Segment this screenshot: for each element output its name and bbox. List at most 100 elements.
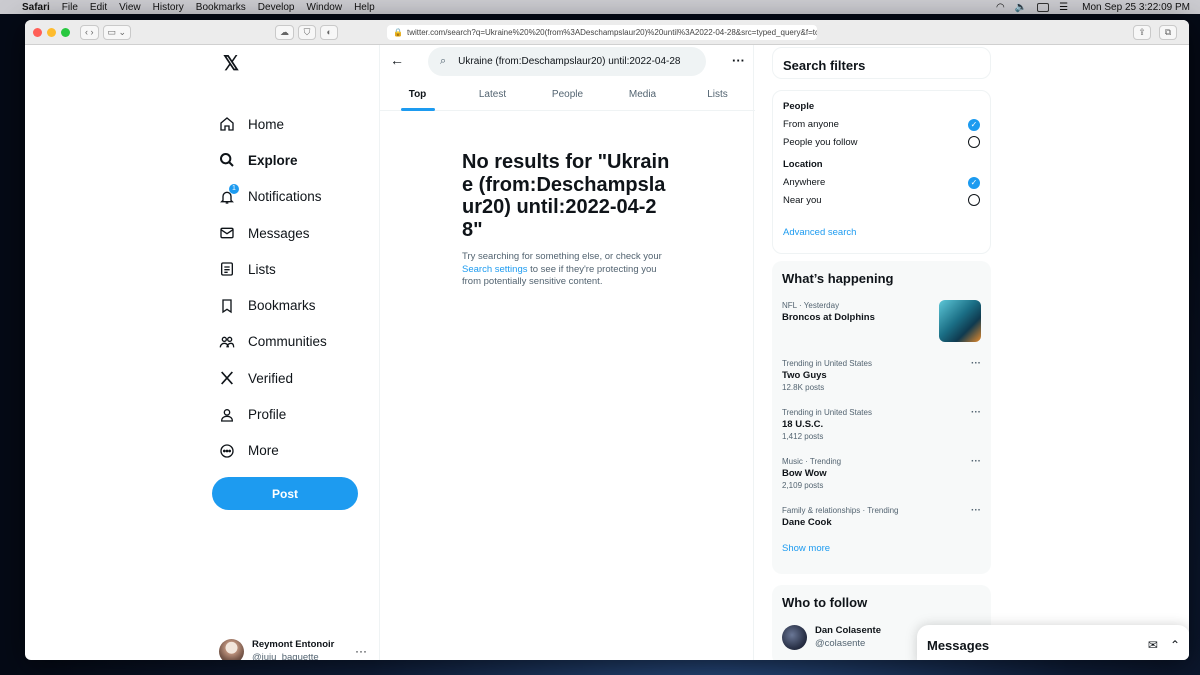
nav-label: Home (248, 116, 285, 132)
shield-icon[interactable]: ⛉ (298, 24, 317, 40)
trend-item[interactable]: Family & relationships · Trending Dane C… (782, 505, 981, 529)
filter-option-anywhere[interactable]: Anywhere ✓ (783, 174, 980, 192)
radio-icon[interactable] (968, 194, 980, 207)
filter-option-people-you-follow[interactable]: People you follow (783, 134, 980, 152)
nav-explore[interactable]: Explore (219, 142, 327, 178)
more-dots-icon[interactable]: ··· (732, 53, 745, 68)
more-dots-icon[interactable]: ··· (355, 644, 367, 658)
back-forward-button[interactable]: ‹ › (80, 24, 99, 40)
expand-chevron-icon[interactable]: ⌃ (1170, 638, 1180, 652)
follow-name: Dan Colasente (815, 625, 881, 636)
search-tabs: Top Latest People Media Lists (380, 83, 755, 111)
more-dots-icon[interactable]: ··· (971, 505, 981, 516)
nav-bookmarks[interactable]: Bookmarks (219, 287, 327, 323)
messages-drawer-title: Messages (927, 637, 990, 653)
account-switcher[interactable]: Reymont Entonoir @juju_baguette ··· (219, 638, 367, 660)
x-logo-icon (219, 370, 235, 386)
safari-window: ‹ › ▭ ⌄ ☁ ⛉ ◐ 🔒 twitter.com/search?q=Ukr… (25, 20, 1189, 660)
advanced-search-link[interactable]: Advanced search (783, 227, 980, 238)
trend-meta: Music · Trending (782, 457, 842, 466)
search-input[interactable]: ⌕ Ukraine (from:Deschampslaur20) until:2… (428, 47, 706, 76)
sidebar-toggle-icon[interactable]: ▭ ⌄ (102, 24, 132, 40)
nav-label: Explore (248, 152, 298, 168)
trend-count: 1,412 posts (782, 432, 824, 441)
nav-verified[interactable]: Verified (219, 360, 327, 396)
tab-latest[interactable]: Latest (455, 83, 530, 110)
tab-people[interactable]: People (530, 83, 605, 110)
trend-item[interactable]: Trending in United States Two Guys 12.8K… (782, 358, 981, 393)
minimize-window-button[interactable] (47, 27, 56, 37)
more-dots-icon[interactable]: ··· (971, 407, 981, 418)
bell-icon: 1 (219, 183, 239, 205)
mail-icon (219, 225, 235, 241)
nav-profile[interactable]: Profile (219, 396, 327, 432)
filter-option-near-you[interactable]: Near you (783, 192, 980, 210)
radio-checked-icon[interactable]: ✓ (968, 176, 980, 189)
person-icon (219, 407, 235, 423)
new-message-icon[interactable]: ✉ (1148, 638, 1158, 652)
menu-window[interactable]: Window (307, 2, 343, 13)
nav-lists[interactable]: Lists (219, 251, 327, 287)
avatar (219, 638, 244, 660)
tab-overview-icon[interactable]: ⧉ (1159, 25, 1177, 40)
primary-nav: Home Explore 1 Notifications Messages Li… (219, 106, 327, 469)
volume-icon[interactable]: 🔈 (1015, 2, 1027, 13)
wifi-icon[interactable]: ◠ (996, 2, 1005, 13)
back-arrow-icon[interactable]: ← (390, 52, 404, 68)
trend-name: Two Guys (782, 370, 827, 381)
show-more-link[interactable]: Show more (782, 543, 981, 554)
tab-lists[interactable]: Lists (680, 83, 755, 110)
radio-checked-icon[interactable]: ✓ (968, 118, 980, 131)
browser-toolbar: ‹ › ▭ ⌄ ☁ ⛉ ◐ 🔒 twitter.com/search?q=Ukr… (25, 20, 1189, 45)
whats-happening-title: What’s happening (782, 271, 894, 286)
nav-communities[interactable]: Communities (219, 324, 327, 360)
nav-more[interactable]: More (219, 433, 327, 469)
lock-icon: 🔒 (393, 28, 403, 37)
messages-drawer[interactable]: Messages ✉ ⌃ (917, 625, 1189, 660)
search-filters-panel: People From anyone ✓ People you follow L… (772, 90, 991, 254)
twitter-page: 𝕏 Home Explore 1 Notifications Messages … (25, 45, 1189, 660)
address-bar[interactable]: 🔒 twitter.com/search?q=Ukraine%20%20(fro… (387, 25, 817, 40)
empty-state-description: Try searching for something else, or che… (462, 251, 677, 289)
macos-menu-bar: Safari File Edit View History Bookmarks … (0, 0, 1200, 14)
tab-top[interactable]: Top (380, 83, 455, 110)
menu-bookmarks[interactable]: Bookmarks (196, 2, 246, 13)
filter-option-from-anyone[interactable]: From anyone ✓ (783, 116, 980, 134)
tab-media[interactable]: Media (605, 83, 680, 110)
menu-view[interactable]: View (119, 2, 141, 13)
menu-app-name[interactable]: Safari (22, 2, 50, 13)
bookmark-icon (219, 298, 235, 314)
reader-mode-icon[interactable]: ◐ (320, 24, 339, 40)
search-settings-link[interactable]: Search settings (462, 264, 527, 275)
more-dots-icon[interactable]: ··· (971, 456, 981, 467)
post-button[interactable]: Post (212, 477, 358, 510)
desc-before: Try searching for something else, or che… (462, 251, 662, 262)
nav-messages[interactable]: Messages (219, 215, 327, 251)
trend-meta: Trending in United States (782, 408, 872, 417)
zoom-window-button[interactable] (61, 27, 70, 37)
x-logo-icon[interactable]: 𝕏 (219, 51, 243, 75)
address-text: twitter.com/search?q=Ukraine%20%20(from%… (406, 28, 817, 37)
radio-icon[interactable] (968, 136, 980, 149)
menu-help[interactable]: Help (354, 2, 375, 13)
icloud-icon[interactable]: ☁ (275, 24, 295, 40)
share-icon[interactable]: ⇪ (1133, 25, 1151, 40)
trend-thumbnail (939, 300, 981, 342)
nav-notifications[interactable]: 1 Notifications (219, 179, 327, 215)
trend-name: 18 U.S.C. (782, 419, 824, 430)
menu-file[interactable]: File (62, 2, 78, 13)
control-center-icon[interactable]: ☰ (1059, 2, 1068, 13)
more-dots-icon[interactable]: ··· (971, 358, 981, 369)
trend-item[interactable]: Trending in United States 18 U.S.C. 1,41… (782, 407, 981, 442)
menu-history[interactable]: History (153, 2, 184, 13)
menu-edit[interactable]: Edit (90, 2, 107, 13)
menu-develop[interactable]: Develop (258, 2, 295, 13)
trend-item[interactable]: Music · Trending Bow Wow 2,109 posts ··· (782, 456, 981, 491)
trend-item[interactable]: NFL · Yesterday Broncos at Dolphins (782, 300, 981, 342)
nav-home[interactable]: Home (219, 106, 327, 142)
account-handle: @juju_baguette (252, 652, 319, 660)
people-heading: People (783, 101, 815, 112)
close-window-button[interactable] (33, 27, 42, 37)
menu-clock[interactable]: Mon Sep 25 3:22:09 PM (1082, 2, 1190, 13)
battery-icon[interactable] (1037, 2, 1050, 12)
